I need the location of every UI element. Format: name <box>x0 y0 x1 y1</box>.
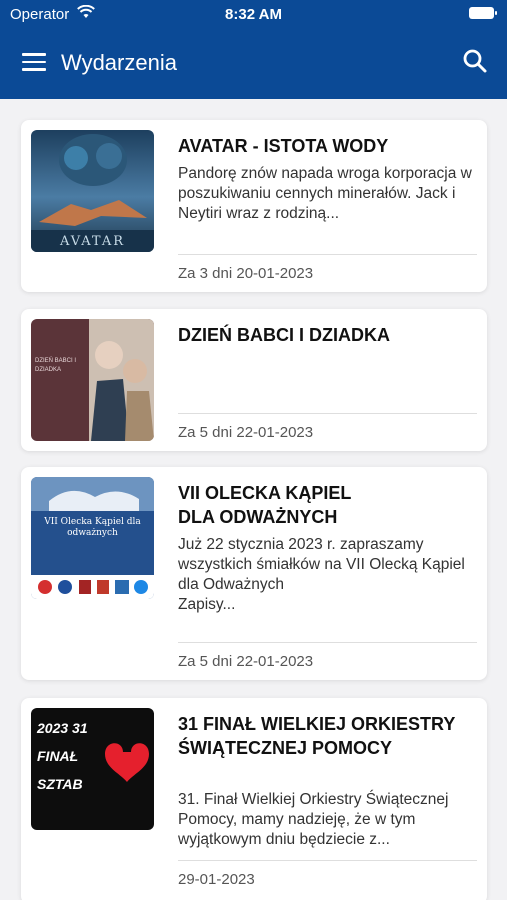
event-thumbnail: DZIEŃ BABCI I DZIADKA <box>31 319 154 441</box>
event-card[interactable]: AVATAR AVATAR - ISTOTA WODY Pandorę znów… <box>21 120 487 292</box>
event-title: AVATAR - ISTOTA WODY <box>178 136 389 156</box>
search-icon[interactable] <box>462 48 488 74</box>
event-title: DZIEŃ BABCI I DZIADKA <box>178 325 390 345</box>
card-divider <box>178 642 477 643</box>
thumbnail-caption: AVATAR <box>59 234 126 249</box>
card-divider <box>178 860 477 861</box>
event-thumbnail: AVATAR <box>31 130 154 252</box>
event-title: 31 FINAŁ WIELKIEJ ORKIESTRY ŚWIĄTECZNEJ … <box>178 714 456 758</box>
app-header: Operator 8:32 AM Wydarzenia <box>0 0 507 99</box>
status-time: 8:32 AM <box>225 6 282 23</box>
event-card[interactable]: DZIEŃ BABCI I DZIADKA DZIEŃ BABCI I DZIA… <box>21 309 487 451</box>
event-description: 31. Finał Wielkiej Orkiestry Świątecznej… <box>178 791 449 848</box>
status-bar: Operator 8:32 AM <box>0 0 507 28</box>
thumbnail-caption: 2023 31 FINAŁ SZTAB <box>37 720 88 792</box>
event-title: VII OLECKA KĄPIEL DLA ODWAŻNYCH <box>178 483 352 527</box>
event-description: Już 22 stycznia 2023 r. zapraszamy wszys… <box>178 536 465 593</box>
event-date: Za 3 dni 20-01-2023 <box>178 265 314 282</box>
event-date: 29-01-2023 <box>178 871 255 888</box>
event-thumbnail: VII Olecka Kąpiel dla odważnych <box>31 477 154 599</box>
event-date: Za 5 dni 22-01-2023 <box>178 653 314 670</box>
event-thumbnail: 2023 31 FINAŁ SZTAB <box>31 708 154 830</box>
event-description-more: Zapisy... <box>178 596 236 613</box>
event-card[interactable]: VII Olecka Kąpiel dla odważnych VII OLEC… <box>21 467 487 680</box>
event-date: Za 5 dni 22-01-2023 <box>178 424 314 441</box>
thumbnail-caption: VII Olecka Kąpiel dla odważnych <box>44 517 141 538</box>
thumbnail-caption: DZIEŃ BABCI I DZIADKA <box>35 358 77 373</box>
battery-icon <box>469 7 497 19</box>
card-divider <box>178 413 477 414</box>
page-title: Wydarzenia <box>61 50 177 75</box>
event-card[interactable]: 2023 31 FINAŁ SZTAB 31 FINAŁ WIELKIEJ OR… <box>21 698 487 900</box>
event-description: Pandorę znów napada wroga korporacja w p… <box>178 165 472 222</box>
hamburger-menu-icon[interactable] <box>22 53 46 71</box>
card-divider <box>178 254 477 255</box>
